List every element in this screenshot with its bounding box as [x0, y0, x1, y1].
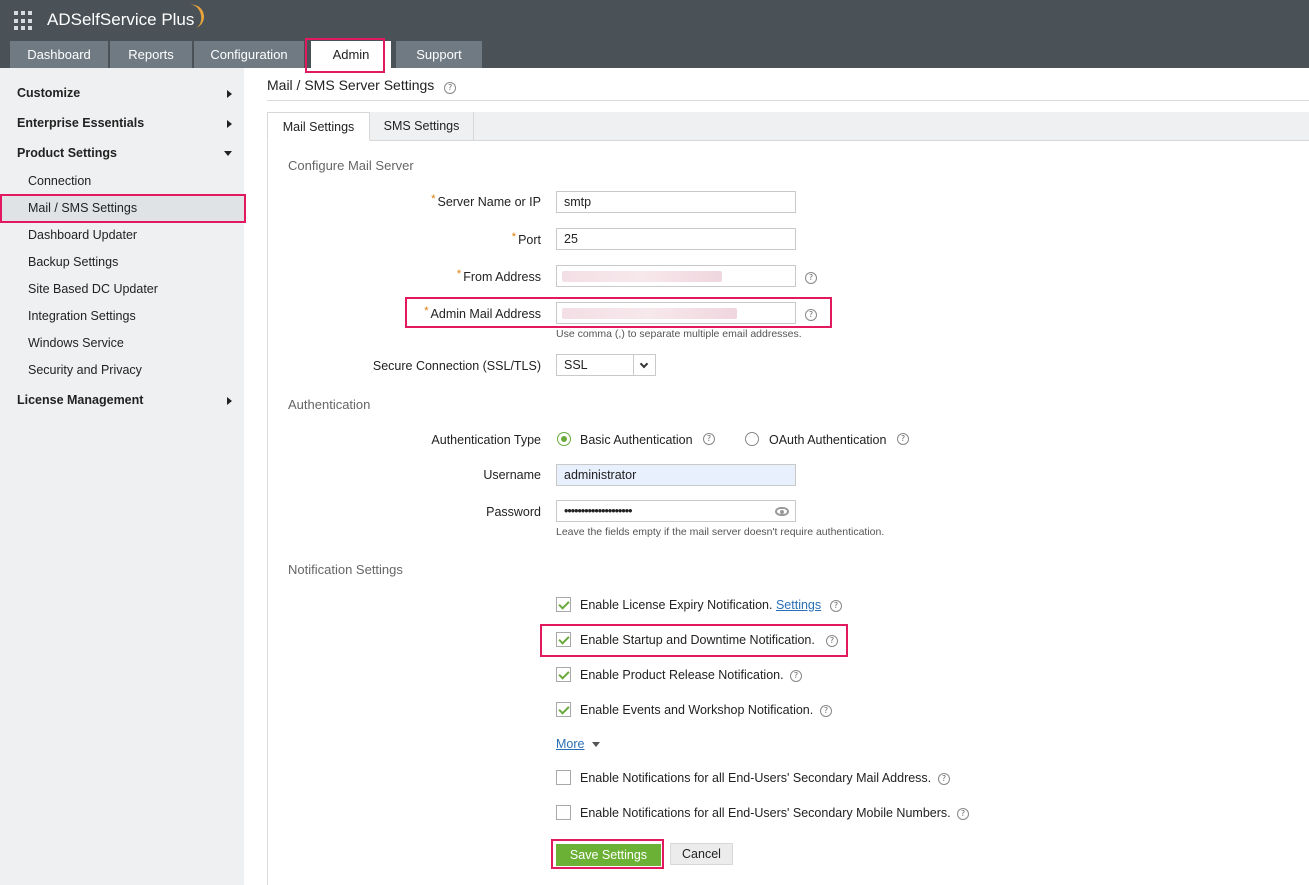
sidebar-item-backup-settings[interactable]: Backup Settings	[0, 249, 244, 275]
secure-connection-label: Secure Connection (SSL/TLS)	[372, 359, 541, 373]
help-icon[interactable]: ?	[444, 82, 457, 94]
save-settings-button[interactable]: Save Settings	[556, 844, 661, 866]
chevron-right-icon	[227, 397, 232, 405]
tab-support[interactable]: Support	[396, 41, 482, 68]
auth-hint: Leave the fields empty if the mail serve…	[556, 526, 885, 538]
password-input[interactable]: ••••••••••••••••••••	[556, 500, 796, 522]
sidebar-section-label: Enterprise Essentials	[17, 116, 145, 130]
tab-mail-settings[interactable]: Mail Settings	[267, 112, 370, 141]
chevron-down-icon	[224, 151, 232, 156]
chevron-down-icon	[633, 355, 655, 375]
admin-mail-input[interactable]	[556, 302, 796, 324]
sidebar-section-product-settings[interactable]: Product Settings	[17, 146, 232, 160]
help-icon[interactable]: ?	[820, 705, 832, 717]
help-icon[interactable]: ?	[805, 272, 817, 284]
sidebar-section-license[interactable]: License Management	[17, 393, 232, 407]
help-icon[interactable]: ?	[830, 600, 842, 612]
select-value: SSL	[564, 358, 588, 372]
tab-configuration[interactable]: Configuration	[194, 41, 304, 68]
from-address-label: * From Address	[456, 268, 541, 284]
more-toggle[interactable]: More	[556, 737, 600, 751]
sidebar-item-site-dc-updater[interactable]: Site Based DC Updater	[0, 276, 244, 302]
chevron-right-icon	[227, 90, 232, 98]
product-release-label: Enable Product Release Notification.	[580, 668, 784, 682]
section-heading-notifications: Notification Settings	[288, 562, 403, 577]
license-expiry-checkbox[interactable]	[556, 597, 571, 612]
basic-auth-label: Basic Authentication	[580, 433, 693, 447]
help-icon[interactable]: ?	[790, 670, 802, 682]
section-heading-authentication: Authentication	[288, 397, 371, 412]
secondary-mobile-checkbox[interactable]	[556, 805, 571, 820]
from-address-input[interactable]	[556, 265, 796, 287]
port-input[interactable]: 25	[556, 228, 796, 250]
password-value: ••••••••••••••••••••	[564, 504, 633, 518]
sidebar-section-label: License Management	[17, 393, 144, 407]
app-grid-icon[interactable]	[14, 11, 34, 31]
subtab-bar: Mail Settings SMS Settings	[267, 112, 1309, 141]
password-label: Password	[486, 505, 541, 519]
sidebar-section-customize[interactable]: Customize	[17, 86, 232, 100]
chevron-right-icon	[227, 120, 232, 128]
redacted-value	[562, 271, 722, 282]
settings-link[interactable]: Settings	[776, 598, 821, 612]
sidebar: Customize Enterprise Essentials Product …	[0, 68, 244, 885]
divider	[267, 100, 1309, 101]
product-release-checkbox[interactable]	[556, 667, 571, 682]
secondary-mobile-label: Enable Notifications for all End-Users' …	[580, 806, 951, 820]
startup-downtime-label: Enable Startup and Downtime Notification…	[580, 633, 815, 647]
help-icon[interactable]: ?	[805, 309, 817, 321]
username-input[interactable]: administrator	[556, 464, 796, 486]
panel-border	[267, 141, 268, 885]
license-expiry-label: Enable License Expiry Notification. Sett…	[580, 598, 822, 612]
tab-dashboard[interactable]: Dashboard	[10, 41, 108, 68]
redacted-value	[562, 308, 737, 319]
eye-icon[interactable]	[775, 507, 789, 516]
sidebar-item-security-privacy[interactable]: Security and Privacy	[0, 357, 244, 383]
admin-mail-label: * Admin Mail Address	[424, 305, 541, 321]
events-workshop-checkbox[interactable]	[556, 702, 571, 717]
chevron-down-icon	[591, 742, 600, 748]
oauth-label: OAuth Authentication	[769, 433, 887, 447]
section-heading-mail-server: Configure Mail Server	[288, 158, 414, 173]
server-label: * Server Name or IP	[431, 193, 541, 209]
sidebar-item-dashboard-updater[interactable]: Dashboard Updater	[0, 222, 244, 248]
help-icon[interactable]: ?	[703, 433, 715, 445]
secondary-mail-checkbox[interactable]	[556, 770, 571, 785]
username-label: Username	[483, 468, 541, 482]
auth-type-label: Authentication Type	[431, 433, 541, 447]
sidebar-item-integration[interactable]: Integration Settings	[0, 303, 244, 329]
tab-admin[interactable]: Admin	[311, 41, 391, 68]
top-bar: ADSelfService Plus Dashboard Reports Con…	[0, 0, 1309, 68]
tab-sms-settings[interactable]: SMS Settings	[370, 112, 474, 141]
port-label: * Port	[511, 231, 541, 247]
logo-swoosh-icon	[183, 2, 207, 30]
secure-connection-select[interactable]: SSL	[556, 354, 656, 376]
startup-downtime-checkbox[interactable]	[556, 632, 571, 647]
main-content: Mail / SMS Server Settings ? Mail Settin…	[267, 68, 1309, 885]
server-name-input[interactable]: smtp	[556, 191, 796, 213]
sidebar-item-windows-service[interactable]: Windows Service	[0, 330, 244, 356]
sidebar-section-enterprise[interactable]: Enterprise Essentials	[17, 116, 232, 130]
sidebar-section-label: Customize	[17, 86, 81, 100]
sidebar-section-label: Product Settings	[17, 146, 118, 160]
basic-auth-radio[interactable]	[557, 432, 571, 446]
sidebar-item-connection[interactable]: Connection	[0, 168, 244, 194]
more-link[interactable]: More	[556, 737, 584, 751]
help-icon[interactable]: ?	[826, 635, 838, 647]
oauth-radio[interactable]	[745, 432, 759, 446]
page-title-text: Mail / SMS Server Settings	[267, 77, 435, 93]
events-workshop-label: Enable Events and Workshop Notification.	[580, 703, 814, 717]
tab-reports[interactable]: Reports	[110, 41, 192, 68]
sidebar-item-mail-sms[interactable]: Mail / SMS Settings	[0, 195, 244, 221]
cancel-button[interactable]: Cancel	[670, 843, 733, 865]
admin-mail-hint: Use comma (,) to separate multiple email…	[556, 328, 802, 340]
main-nav: Dashboard Reports Configuration Admin Su…	[10, 41, 484, 68]
app-title: ADSelfService Plus	[47, 10, 195, 29]
help-icon[interactable]: ?	[957, 808, 969, 820]
page-title: Mail / SMS Server Settings ?	[267, 77, 457, 94]
help-icon[interactable]: ?	[897, 433, 909, 445]
help-icon[interactable]: ?	[938, 773, 950, 785]
secondary-mail-label: Enable Notifications for all End-Users' …	[580, 771, 932, 785]
